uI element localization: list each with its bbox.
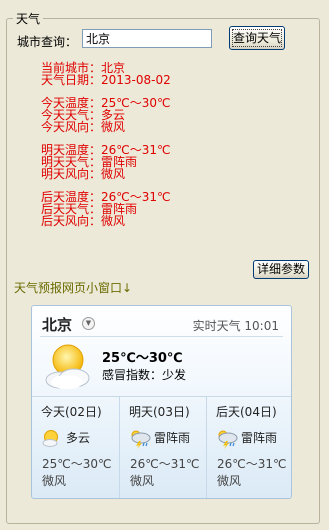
- divider: [40, 336, 283, 337]
- forecast-day-today: 今天(02日) 多云 25℃～30℃ 微风: [32, 397, 118, 498]
- forecast-day-tomorrow: 明天(03日) 雷阵雨 26℃～31℃ 微风: [119, 397, 206, 498]
- chevron-down-icon[interactable]: ▼: [82, 317, 95, 330]
- day-wind: 微风: [130, 474, 155, 488]
- query-weather-button[interactable]: 查询天气: [229, 26, 285, 50]
- cold-index: 感冒指数：少发: [102, 368, 187, 382]
- day-temp: 25℃～30℃: [42, 457, 112, 471]
- widget-temp: 25℃～30℃: [102, 351, 183, 366]
- day-label: 后天(04日): [216, 405, 277, 419]
- partly-cloudy-icon: [42, 340, 96, 395]
- realtime-weather: 实时天气 10:01: [192, 319, 279, 333]
- city-query-label: 城市查询：: [17, 35, 78, 49]
- day-wind: 微风: [42, 474, 67, 488]
- groupbox-title: 天气: [13, 10, 44, 27]
- weather-date-line: 天气日期：2013-08-02: [41, 73, 171, 87]
- widget-city[interactable]: 北京: [42, 314, 72, 335]
- day-condition: 雷阵雨: [154, 431, 191, 445]
- day-label: 明天(03日): [129, 405, 190, 419]
- day-temp: 26℃～31℃: [217, 457, 287, 471]
- tomorrow-wind-line: 明天风向：微风: [41, 167, 126, 181]
- forecast-day-dayafter: 后天(04日) 雷阵雨 26℃～31℃ 微风: [206, 397, 291, 498]
- today-wind-line: 今天风向：微风: [41, 120, 126, 134]
- partly-cloudy-icon: [41, 429, 61, 450]
- city-input[interactable]: [82, 29, 212, 48]
- widget-caption: 天气预报网页小窗口↓: [14, 281, 133, 295]
- dayafter-wind-line: 后天风向：微风: [41, 214, 126, 228]
- day-wind: 微风: [217, 474, 242, 488]
- day-label: 今天(02日): [41, 405, 102, 419]
- day-condition: 雷阵雨: [241, 431, 278, 445]
- thunderstorm-icon: [216, 429, 238, 452]
- detail-params-button[interactable]: 详细参数: [253, 260, 309, 279]
- result-text-block: 当前城市：北京 天气日期：2013-08-02 今天温度：25℃～30℃ 今天天…: [41, 62, 171, 227]
- day-temp: 26℃～31℃: [130, 457, 200, 471]
- thunderstorm-icon: [129, 429, 151, 452]
- weather-widget: 北京 ▼ 实时天气 10:01 25℃～30℃ 感冒指数：少发 今天(02日): [31, 305, 292, 499]
- forecast-days: 今天(02日) 多云 25℃～30℃ 微风 明天(03日) 雷阵雨 26℃～31…: [32, 396, 291, 498]
- day-condition: 多云: [66, 431, 91, 445]
